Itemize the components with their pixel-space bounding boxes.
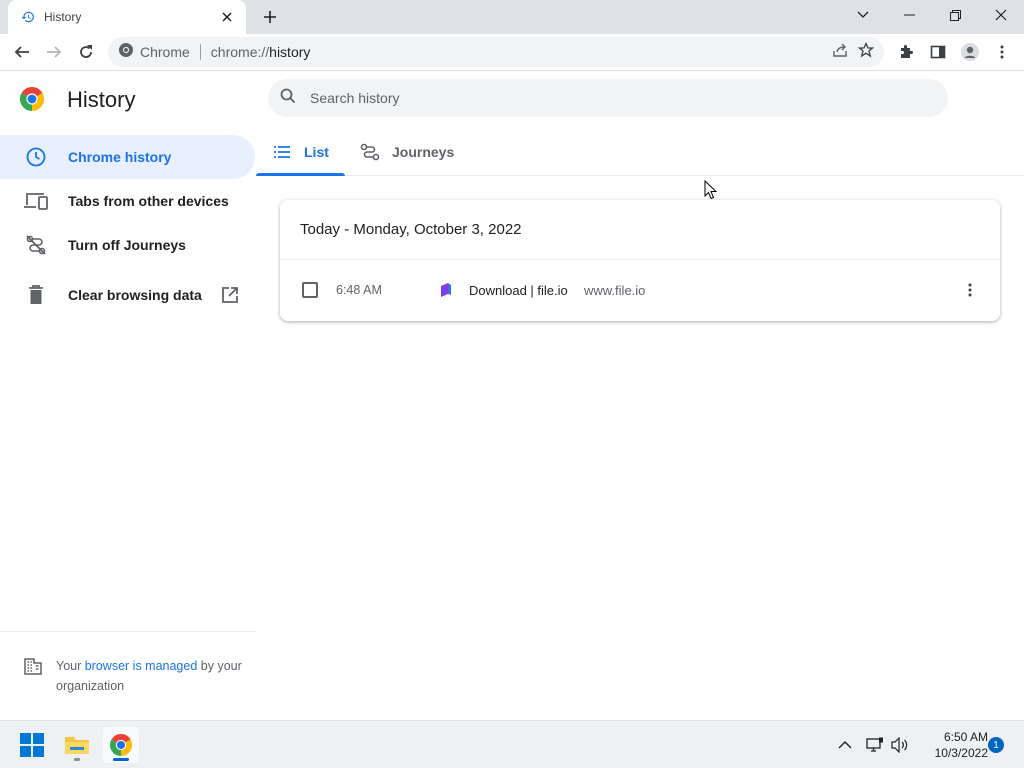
search-box[interactable] (268, 79, 948, 117)
history-icon (20, 9, 36, 25)
file-explorer-icon[interactable] (59, 727, 95, 763)
managed-prefix: Your (56, 659, 85, 673)
reload-button[interactable] (72, 38, 100, 66)
history-day-card: Today - Monday, October 3, 2022 6:48 AM … (280, 200, 1000, 321)
entry-time: 6:48 AM (336, 283, 382, 297)
tab-label: Journeys (392, 144, 455, 160)
mouse-cursor-icon (704, 179, 718, 200)
sidebar-item-label: Tabs from other devices (68, 193, 229, 209)
close-window-button[interactable] (978, 0, 1024, 30)
entry-domain: www.file.io (584, 282, 646, 298)
chrome-taskbar-icon[interactable] (103, 727, 139, 763)
sidebar-divider (0, 631, 256, 632)
managed-text: Your browser is managed by your organiza… (56, 656, 244, 696)
taskbar-clock[interactable]: 6:50 AM 10/3/2022 (912, 729, 988, 761)
search-input[interactable] (310, 90, 910, 106)
taskbar-indicator (113, 758, 129, 761)
browser-tab-history[interactable]: History (8, 0, 246, 34)
day-header: Today - Monday, October 3, 2022 (280, 200, 1000, 260)
volume-icon[interactable] (891, 721, 909, 768)
close-tab-icon[interactable] (218, 8, 236, 26)
tab-journeys[interactable]: Journeys (344, 129, 470, 175)
building-icon (24, 657, 42, 675)
network-icon[interactable] (866, 721, 884, 768)
sidebar-item-label: Turn off Journeys (68, 237, 186, 253)
chrome-site-icon (118, 42, 134, 63)
clock-icon (24, 145, 48, 169)
forward-button[interactable] (40, 38, 68, 66)
url-text: chrome://history (211, 44, 311, 60)
back-button[interactable] (8, 38, 36, 66)
more-actions-icon[interactable] (960, 280, 980, 300)
history-entry[interactable]: 6:48 AM Download | file.io www.file.io (280, 260, 1000, 320)
file-io-favicon-icon (438, 282, 454, 298)
clock-time: 6:50 AM (943, 730, 988, 744)
sidebar-item-clear-browsing-data[interactable]: Clear browsing data (0, 273, 255, 317)
taskbar-indicator (74, 758, 80, 761)
journeys-off-icon (24, 233, 48, 257)
tab-search-icon[interactable] (840, 0, 886, 30)
windows-taskbar: 6:50 AM 10/3/2022 1 (0, 720, 1024, 768)
entry-title-link[interactable]: Download | file.io (469, 283, 568, 298)
minimize-button[interactable] (886, 0, 932, 30)
browser-toolbar: Chrome chrome://history (0, 34, 1024, 71)
address-bar[interactable]: Chrome chrome://history (108, 37, 884, 67)
chrome-menu-icon[interactable] (988, 38, 1016, 66)
clock-date: 10/3/2022 (934, 746, 988, 760)
tab-list[interactable]: List (256, 129, 345, 176)
site-chip-label: Chrome (140, 44, 190, 60)
managed-notice: Your browser is managed by your organiza… (24, 656, 244, 696)
omnibox-separator (199, 44, 201, 60)
share-icon[interactable] (832, 42, 848, 63)
notification-badge[interactable]: 1 (988, 737, 1004, 753)
side-panel-icon[interactable] (924, 38, 952, 66)
page-title: History (67, 87, 136, 112)
journeys-icon (360, 142, 380, 162)
sidebar-item-chrome-history[interactable]: Chrome history (0, 135, 255, 179)
tab-label: List (304, 144, 329, 160)
sidebar-item-turn-off-journeys[interactable]: Turn off Journeys (0, 223, 255, 267)
restore-button[interactable] (932, 0, 978, 30)
show-hidden-icons-chevron-icon[interactable] (838, 721, 852, 768)
url-scheme: chrome:// (210, 44, 270, 60)
sidebar-item-label: Clear browsing data (68, 287, 202, 303)
extensions-icon[interactable] (892, 38, 920, 66)
sidebar-item-tabs-other-devices[interactable]: Tabs from other devices (0, 179, 255, 223)
tab-strip: History (0, 0, 1024, 34)
bookmark-star-icon[interactable] (857, 41, 875, 63)
profile-avatar-icon[interactable] (956, 38, 984, 66)
trash-icon (24, 283, 48, 307)
sidebar-item-label: Chrome history (68, 149, 172, 165)
new-tab-button[interactable] (258, 6, 282, 28)
tab-title: History (44, 10, 82, 24)
list-icon (272, 142, 292, 162)
entry-checkbox[interactable] (302, 282, 318, 298)
open-in-new-icon (221, 287, 238, 303)
history-tabs: List Journeys (256, 129, 1024, 176)
url-host: history (269, 44, 311, 60)
search-icon (280, 88, 296, 109)
chrome-logo-icon (19, 86, 45, 111)
history-page: History Chrome history Tabs from other d… (0, 71, 1024, 720)
devices-icon (24, 189, 48, 213)
managed-link[interactable]: browser is managed (85, 659, 198, 673)
start-button-icon[interactable] (14, 727, 50, 763)
